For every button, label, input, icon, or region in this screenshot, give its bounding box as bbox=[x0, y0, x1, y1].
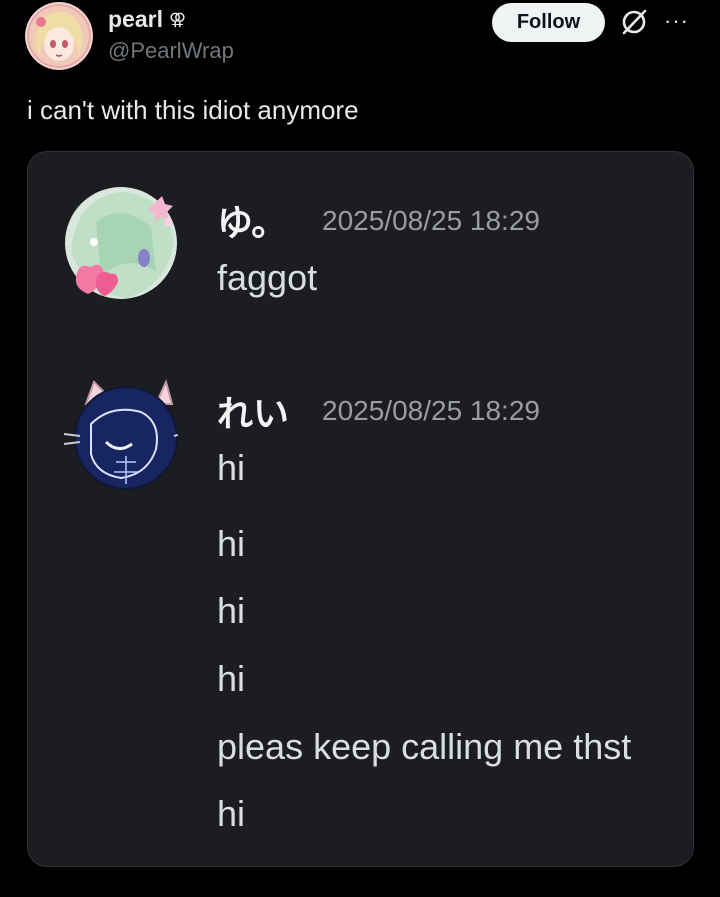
message-text: hi bbox=[217, 523, 246, 564]
message-timestamp: 2025/08/25 18:29 bbox=[322, 205, 540, 236]
message-timestamp: 2025/08/25 18:29 bbox=[322, 395, 540, 426]
post-media-image[interactable]: ゆ。 2025/08/25 18:29 faggot れい 2025/08/25… bbox=[27, 151, 694, 867]
message-text: hi bbox=[217, 447, 246, 488]
message-username: ゆ。 bbox=[217, 202, 288, 243]
post-page: pearl ⚢ @PearlWrap Follow ··· i can't wi… bbox=[0, 0, 720, 897]
follow-button[interactable]: Follow bbox=[492, 3, 605, 42]
gender-icon: ⚢ bbox=[168, 9, 187, 29]
message-username: れい bbox=[217, 393, 290, 434]
post-text: i can't with this idiot anymore bbox=[27, 95, 359, 125]
more-icon[interactable]: ··· bbox=[664, 8, 689, 34]
message-text: hi bbox=[217, 793, 246, 834]
message-text: hi bbox=[217, 590, 246, 631]
message-avatar bbox=[56, 182, 178, 304]
message-text: faggot bbox=[217, 257, 318, 298]
display-name-text[interactable]: pearl bbox=[108, 6, 163, 33]
grok-icon[interactable] bbox=[619, 7, 649, 37]
message-avatar bbox=[56, 374, 189, 496]
message-text: pleas keep calling me thst bbox=[217, 726, 632, 767]
author-avatar[interactable] bbox=[25, 2, 93, 70]
author-handle[interactable]: @PearlWrap bbox=[108, 38, 234, 64]
author-display-name[interactable]: pearl ⚢ bbox=[108, 6, 186, 33]
message-text: hi bbox=[217, 658, 246, 699]
